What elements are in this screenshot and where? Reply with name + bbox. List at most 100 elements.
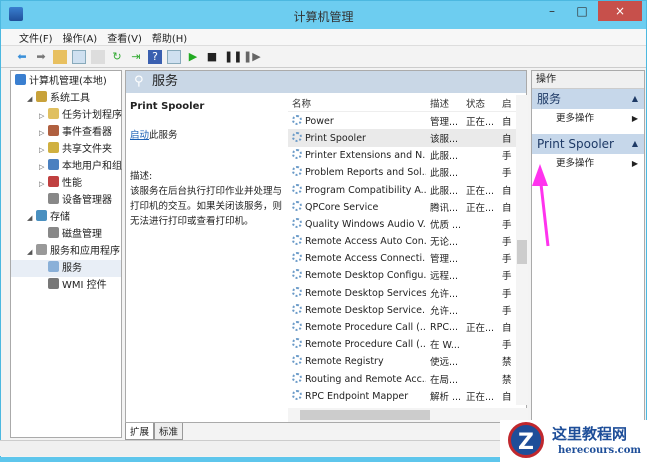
- table-row[interactable]: Remote Procedure Call (... RPC... 正在... 自: [288, 318, 528, 335]
- table-row[interactable]: Remote Access Auto Con... 无论... 手: [288, 233, 528, 250]
- table-row[interactable]: Remote Desktop Services 允许... 手: [288, 284, 528, 301]
- expander-icon[interactable]: ◢: [27, 91, 36, 108]
- stop-icon[interactable]: ■: [205, 50, 219, 64]
- tree-item[interactable]: 磁盘管理: [11, 226, 121, 243]
- expander-icon[interactable]: ◢: [27, 210, 36, 227]
- table-row[interactable]: Program Compatibility A... 此服... 正在... 自: [288, 181, 528, 198]
- table-row[interactable]: Printer Extensions and N... 此服... 手: [288, 147, 528, 164]
- table-row[interactable]: Remote Registry 使远... 禁: [288, 353, 528, 370]
- table-row[interactable]: Power 管理... 正在... 自: [288, 112, 528, 129]
- startup-cell: 手: [502, 305, 512, 317]
- table-row[interactable]: Routing and Remote Acc... 在局... 禁: [288, 370, 528, 387]
- service-name-cell: RPC Endpoint Mapper: [305, 390, 409, 402]
- table-row[interactable]: Quality Windows Audio V... 优质 ... 手: [288, 215, 528, 232]
- service-gear-icon: [292, 321, 302, 332]
- status-cell: 正在...: [466, 391, 495, 403]
- up-folder-icon[interactable]: [53, 49, 67, 64]
- tree-item-icon: [36, 244, 47, 255]
- table-row[interactable]: Remote Desktop Service... 允许... 手: [288, 301, 528, 318]
- expander-icon[interactable]: ◢: [27, 244, 36, 261]
- table-row[interactable]: Remote Access Connecti... 管理... 手: [288, 250, 528, 267]
- service-gear-icon: [292, 217, 302, 228]
- tree-item[interactable]: ◢ 服务和应用程序: [11, 243, 121, 260]
- minimize-button[interactable]: –: [538, 1, 566, 21]
- tree-item[interactable]: 设备管理器: [11, 192, 121, 209]
- startup-cell: 自: [502, 323, 512, 335]
- export-icon[interactable]: ⇥: [129, 50, 143, 64]
- tree-item-label: 存储: [50, 212, 70, 223]
- services-pane: ⚲ 服务 Print Spooler 启动此服务 描述: 该服务在后台执行打印作业…: [125, 70, 528, 423]
- service-gear-icon: [292, 286, 302, 297]
- tree-item[interactable]: 计算机管理(本地): [11, 73, 121, 90]
- startup-cell: 禁: [502, 357, 512, 369]
- expander-icon[interactable]: ▷: [39, 159, 48, 176]
- expander-icon[interactable]: ▷: [39, 125, 48, 142]
- menu-action[interactable]: 操作(A): [63, 30, 98, 45]
- menu-bar: 文件(F) 操作(A) 查看(V) 帮助(H): [1, 29, 646, 46]
- tab-extended[interactable]: 扩展: [125, 423, 155, 440]
- startup-cell: 手: [502, 237, 512, 249]
- tree-item[interactable]: ▷ 性能: [11, 175, 121, 192]
- menu-help[interactable]: 帮助(H): [152, 30, 187, 45]
- service-name-cell: Remote Registry: [305, 356, 384, 368]
- action-group-services[interactable]: 服务 ▲: [532, 89, 644, 109]
- table-row[interactable]: Remote Desktop Configu... 远程... 手: [288, 267, 528, 284]
- startup-cell: 手: [502, 271, 512, 283]
- horizontal-scrollbar[interactable]: [288, 408, 528, 422]
- table-row[interactable]: QPCore Service 腾讯... 正在... 自: [288, 198, 528, 215]
- collapse-icon[interactable]: ▲: [632, 89, 638, 109]
- menu-file[interactable]: 文件(F): [19, 30, 53, 45]
- refresh-icon[interactable]: ↻: [110, 50, 124, 64]
- menu-view[interactable]: 查看(V): [107, 30, 142, 45]
- help-icon[interactable]: ?: [148, 49, 162, 64]
- table-row[interactable]: Remote Procedure Call (... 在 W... 手: [288, 336, 528, 353]
- toolbar: ⬅ ➡ ↻ ⇥ ? ▶ ■ ❚❚ ❚▶: [1, 46, 646, 68]
- view-tabs: 扩展 标准: [125, 423, 184, 440]
- tree-item[interactable]: WMI 控件: [11, 277, 121, 294]
- tree-item-icon: [36, 210, 47, 221]
- scroll-thumb[interactable]: [517, 240, 527, 264]
- back-icon[interactable]: ⬅: [15, 50, 29, 64]
- more-actions-services[interactable]: 更多操作 ▶: [532, 109, 644, 129]
- table-row[interactable]: Problem Reports and Sol... 此服... 手: [288, 164, 528, 181]
- show-hide-tree-icon[interactable]: [72, 49, 86, 64]
- action-group-print-spooler[interactable]: Print Spooler ▲: [532, 134, 644, 154]
- tab-standard[interactable]: 标准: [154, 423, 184, 440]
- close-button[interactable]: ×: [598, 1, 642, 21]
- service-name-cell: Routing and Remote Acc...: [305, 373, 426, 385]
- tree-item[interactable]: ▷ 事件查看器: [11, 124, 121, 141]
- column-startup[interactable]: 启: [502, 96, 514, 110]
- tree-item[interactable]: ◢ 系统工具: [11, 90, 121, 107]
- tree-item[interactable]: ▷ 任务计划程序: [11, 107, 122, 125]
- collapse-icon[interactable]: ▲: [632, 134, 638, 154]
- tree-item[interactable]: ▷ 共享文件夹: [11, 141, 121, 158]
- service-name-cell: Remote Access Auto Con...: [305, 236, 426, 248]
- forward-icon[interactable]: ➡: [34, 50, 48, 64]
- column-name[interactable]: 名称: [288, 96, 426, 110]
- tree-item-label: 本地用户和组: [62, 161, 122, 172]
- service-name-cell: Remote Desktop Service...: [305, 304, 426, 316]
- start-service-link[interactable]: 启动: [130, 130, 149, 141]
- tree-item[interactable]: ▷ 本地用户和组: [11, 158, 122, 176]
- restart-icon[interactable]: ❚▶: [243, 50, 261, 64]
- table-row[interactable]: RPC Endpoint Mapper 解析 ... 正在... 自: [288, 387, 528, 404]
- service-gear-icon: [292, 269, 302, 280]
- show-action-pane-icon[interactable]: [167, 49, 181, 64]
- start-icon[interactable]: ▶: [186, 50, 200, 64]
- hscroll-thumb[interactable]: [300, 410, 430, 420]
- column-status[interactable]: 状态: [466, 96, 502, 110]
- startup-cell: 禁: [502, 374, 512, 386]
- tree-item[interactable]: ◢ 存储: [11, 209, 121, 226]
- expander-icon[interactable]: ▷: [39, 108, 48, 125]
- service-name-cell: QPCore Service: [305, 201, 379, 213]
- expander-icon[interactable]: ▷: [39, 176, 48, 193]
- table-row[interactable]: Print Spooler 该服... 自: [288, 129, 528, 147]
- tree-item[interactable]: 服务: [11, 260, 121, 277]
- vertical-scrollbar[interactable]: [516, 95, 528, 405]
- pause-icon[interactable]: ❚❚: [224, 50, 242, 64]
- expander-icon[interactable]: ▷: [39, 142, 48, 159]
- maximize-button[interactable]: □: [568, 1, 596, 21]
- column-description[interactable]: 描述: [426, 96, 466, 110]
- properties-icon[interactable]: [91, 49, 105, 64]
- more-actions-label: 更多操作: [556, 158, 595, 169]
